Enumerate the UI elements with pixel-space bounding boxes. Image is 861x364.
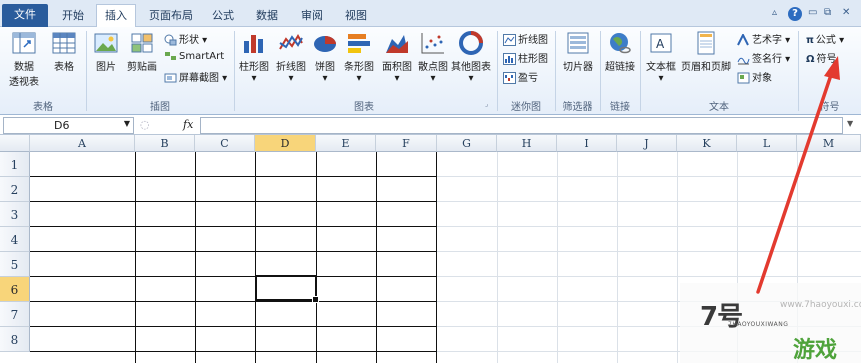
annotation-arrow	[756, 56, 840, 294]
